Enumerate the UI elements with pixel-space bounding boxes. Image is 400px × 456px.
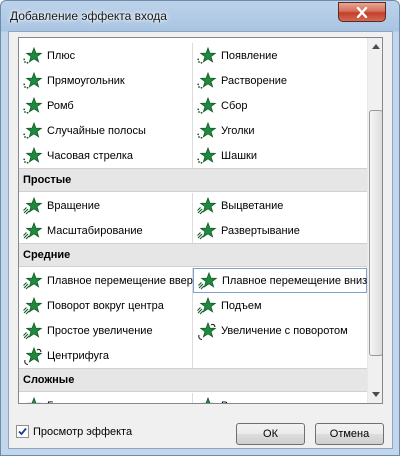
category-header: Сложные: [19, 368, 367, 392]
close-button[interactable]: [338, 2, 386, 22]
effect-item[interactable]: Растворение: [193, 68, 367, 93]
category-header: Простые: [19, 168, 367, 192]
star-dots-icon: [23, 96, 43, 115]
effect-item[interactable]: Плюс: [19, 43, 193, 68]
star-dots-icon: [197, 71, 217, 90]
effect-item-label: Бумеранг: [47, 400, 95, 404]
star-dots-icon: [197, 96, 217, 115]
star-motion-icon: [197, 221, 217, 240]
effect-item[interactable]: Выскакивание: [193, 393, 367, 404]
effect-item[interactable]: Уголки: [193, 118, 367, 143]
effect-item-label: Развертывание: [221, 224, 300, 237]
effect-item-label: Плавное перемещение вниз: [222, 274, 368, 287]
preview-checkbox[interactable]: [16, 425, 29, 438]
star-dots-icon: [197, 146, 217, 165]
scroll-up-button[interactable]: [368, 38, 382, 55]
star-dots-icon: [197, 121, 217, 140]
effect-item-label: Сбор: [221, 99, 248, 112]
star-motion-icon: [23, 321, 43, 340]
effect-item-label: Плавное перемещение вверх: [47, 274, 199, 287]
star-spin-icon: [197, 321, 217, 340]
star-motion-icon: [23, 221, 43, 240]
star-motion-icon: [23, 271, 43, 290]
star-motion-icon: [23, 196, 43, 215]
star-dots-icon: [23, 71, 43, 90]
checkmark-icon: [18, 427, 27, 436]
effect-item[interactable]: Центрифуга: [19, 343, 193, 368]
effect-item[interactable]: Плавное перемещение вниз: [193, 268, 367, 293]
effect-item-label: Плюс: [47, 49, 76, 62]
effect-item[interactable]: Выцветание: [193, 193, 367, 218]
effect-item: [193, 343, 367, 368]
effect-item[interactable]: Случайные полосы: [19, 118, 193, 143]
scroll-down-icon: [372, 392, 380, 397]
star-spin-icon: [23, 346, 43, 365]
vertical-scrollbar[interactable]: [367, 38, 382, 403]
effect-item[interactable]: Прямоугольник: [19, 68, 193, 93]
preview-effect-option[interactable]: Просмотр эффекта: [16, 425, 132, 438]
effect-item-label: Масштабирование: [47, 224, 143, 237]
effect-item[interactable]: Шашки: [193, 143, 367, 168]
effect-item-label: Выскакивание: [221, 400, 294, 404]
star-motion-icon: [23, 296, 43, 315]
effect-item-label: Простое увеличение: [47, 324, 153, 337]
category-header: Средние: [19, 243, 367, 267]
effects-list[interactable]: Плюс Появление Прямоугольник Растворение Ром…: [18, 37, 383, 404]
effect-item[interactable]: Появление: [193, 43, 367, 68]
effect-item-label: Прямоугольник: [47, 74, 125, 87]
effect-item[interactable]: Часовая стрелка: [19, 143, 193, 168]
effect-item[interactable]: Масштабирование: [19, 218, 193, 243]
star-dots-icon: [23, 46, 43, 65]
star-motion-icon: [197, 396, 217, 403]
effect-item-label: Уголки: [221, 124, 255, 137]
effect-item-label: Увеличение с поворотом: [221, 324, 348, 337]
effect-item-label: Шашки: [221, 149, 257, 162]
dialog-window: Добавление эффекта входа Плюс Появление Пр…: [0, 0, 400, 456]
effect-item[interactable]: Плавное перемещение вверх: [19, 268, 198, 293]
effect-item-label: Появление: [221, 49, 278, 62]
effect-item[interactable]: Подъем: [193, 293, 367, 318]
star-motion-icon: [23, 396, 43, 403]
effect-item[interactable]: Вращение: [19, 193, 193, 218]
star-motion-icon: [198, 271, 218, 290]
effect-item-label: Выцветание: [221, 199, 284, 212]
effect-item[interactable]: Простое увеличение: [19, 318, 193, 343]
scroll-up-icon: [372, 44, 380, 49]
effect-item-label: Центрифуга: [47, 349, 109, 362]
effect-item-label: Вращение: [47, 199, 100, 212]
dialog-body: Плюс Появление Прямоугольник Растворение Ром…: [8, 31, 393, 449]
effect-item-label: Поворот вокруг центра: [47, 299, 164, 312]
effect-item-label: Часовая стрелка: [47, 149, 134, 162]
preview-label: Просмотр эффекта: [33, 425, 133, 438]
effect-item-label: Ромб: [47, 99, 74, 112]
ok-button[interactable]: ОК: [236, 423, 305, 445]
scroll-down-button[interactable]: [368, 386, 382, 403]
star-motion-icon: [197, 196, 217, 215]
close-icon: [356, 6, 368, 18]
star-dots-icon: [23, 121, 43, 140]
cancel-button[interactable]: Отмена: [315, 423, 384, 445]
star-motion-icon: [197, 296, 217, 315]
effect-item-label: Случайные полосы: [47, 124, 146, 137]
effect-item[interactable]: Сбор: [193, 93, 367, 118]
effect-item-label: Растворение: [221, 74, 288, 87]
star-dots-icon: [197, 46, 217, 65]
effect-item[interactable]: Увеличение с поворотом: [193, 318, 367, 343]
effect-item[interactable]: Ромб: [19, 93, 193, 118]
window-title: Добавление эффекта входа: [10, 9, 167, 23]
effect-item-label: Подъем: [221, 299, 262, 312]
star-dots-icon: [23, 146, 43, 165]
effect-item[interactable]: Бумеранг: [19, 393, 193, 404]
scrollbar-thumb[interactable]: [369, 110, 382, 356]
effect-item[interactable]: Развертывание: [193, 218, 367, 243]
effect-item[interactable]: Поворот вокруг центра: [19, 293, 193, 318]
